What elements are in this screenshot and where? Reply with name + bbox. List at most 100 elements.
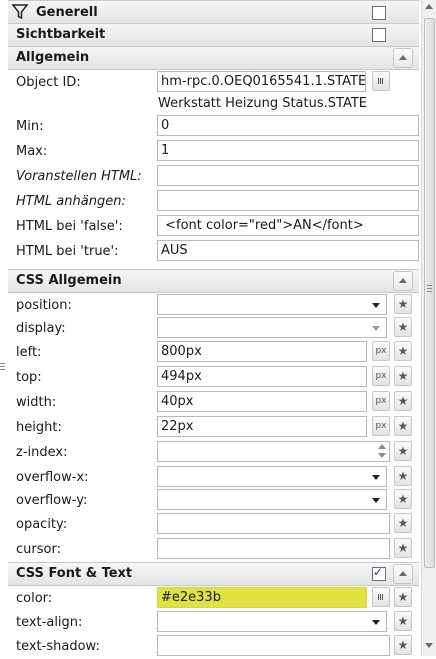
left-label: left: — [16, 345, 42, 360]
star-button[interactable]: ★ — [394, 441, 412, 461]
row-min: Min: 0 — [8, 114, 419, 139]
position-label: position: — [16, 298, 72, 313]
css-font-text-checkbox[interactable] — [372, 565, 386, 581]
star-button[interactable]: ★ — [394, 489, 412, 509]
width-input[interactable]: 40px — [157, 391, 367, 412]
append-html-label: HTML anhängen: — [16, 194, 126, 209]
spinner-down-icon[interactable] — [378, 453, 386, 458]
star-button[interactable]: ★ — [394, 513, 412, 533]
row-append-html: HTML anhängen: — [8, 189, 419, 214]
row-text-shadow: text-shadow: ★ — [8, 634, 419, 659]
star-button[interactable]: ★ — [394, 416, 412, 436]
z-index-label: z-index: — [16, 445, 68, 460]
generell-checkbox[interactable] — [372, 6, 386, 20]
object-id-description: Werkstatt Heizung Status.STATE — [158, 96, 367, 111]
section-title: CSS Font & Text — [16, 566, 133, 581]
z-index-input[interactable] — [157, 441, 390, 462]
opacity-input[interactable] — [157, 513, 390, 534]
text-align-select[interactable] — [157, 611, 387, 632]
row-z-index: z-index: ★ — [8, 440, 419, 465]
cursor-input[interactable] — [157, 538, 390, 559]
overflow-x-label: overflow-x: — [16, 470, 89, 485]
color-input[interactable]: #e2e33b — [157, 587, 367, 608]
row-prepend-html: Voranstellen HTML: — [8, 164, 419, 189]
height-input[interactable]: 22px — [157, 416, 367, 437]
section-title: Generell — [36, 5, 98, 20]
text-shadow-input[interactable] — [157, 635, 390, 656]
star-button[interactable]: ★ — [394, 391, 412, 411]
row-object-id: Object ID: hm-rpc.0.OEQ0165541.1.STATE — [8, 70, 419, 95]
section-generell[interactable]: Generell — [8, 0, 419, 24]
select-object-button[interactable] — [372, 71, 390, 91]
row-width: width: 40px px ★ — [8, 390, 419, 415]
color-picker-button[interactable] — [372, 587, 390, 607]
star-button[interactable]: ★ — [394, 341, 412, 361]
html-false-input[interactable]: <font color="red">AN</font> — [157, 215, 419, 236]
collapse-toggle[interactable] — [393, 564, 413, 584]
position-select[interactable] — [157, 294, 387, 315]
star-button[interactable]: ★ — [394, 611, 412, 631]
html-true-label: HTML bei 'true': — [16, 244, 119, 259]
object-id-input[interactable]: hm-rpc.0.OEQ0165541.1.STATE — [157, 71, 366, 92]
spinner[interactable] — [376, 442, 388, 461]
star-button[interactable]: ★ — [394, 366, 412, 386]
prepend-html-label: Voranstellen HTML: — [16, 169, 142, 184]
object-id-label: Object ID: — [16, 75, 81, 90]
left-input[interactable]: 800px — [157, 341, 367, 362]
scrollbar-thumb[interactable] — [424, 18, 435, 568]
row-max: Max: 1 — [8, 139, 419, 164]
max-input[interactable]: 1 — [157, 140, 419, 161]
section-title: Allgemein — [16, 50, 90, 65]
star-button[interactable]: ★ — [394, 466, 412, 486]
text-shadow-label: text-shadow: — [16, 639, 100, 654]
star-button[interactable]: ★ — [394, 587, 412, 607]
row-height: height: 22px px ★ — [8, 415, 419, 440]
resize-grip[interactable] — [0, 362, 5, 370]
row-display: display: ★ — [8, 316, 419, 341]
vertical-scrollbar[interactable] — [421, 0, 436, 656]
section-css-allgemein[interactable]: CSS Allgemein — [8, 269, 419, 293]
min-input[interactable]: 0 — [157, 115, 419, 136]
top-label: top: — [16, 370, 42, 385]
row-left: left: 800px px ★ — [8, 340, 419, 365]
scroll-up-icon[interactable] — [425, 4, 433, 9]
row-opacity: opacity: ★ — [8, 512, 419, 537]
sichtbarkeit-checkbox[interactable] — [372, 28, 386, 42]
px-unit-button[interactable]: px — [372, 391, 390, 411]
section-sichtbarkeit[interactable]: Sichtbarkeit — [8, 23, 419, 47]
px-unit-button[interactable]: px — [372, 416, 390, 436]
text-align-label: text-align: — [16, 615, 83, 630]
star-button[interactable]: ★ — [394, 317, 412, 337]
section-css-font-text[interactable]: CSS Font & Text — [8, 562, 419, 586]
star-button[interactable]: ★ — [394, 294, 412, 314]
width-label: width: — [16, 395, 57, 410]
row-html-false: HTML bei 'false': <font color="red">AN</… — [8, 214, 419, 239]
star-button[interactable]: ★ — [394, 538, 412, 558]
star-button[interactable]: ★ — [394, 635, 412, 655]
display-label: display: — [16, 321, 66, 336]
row-text-align: text-align: ★ — [8, 610, 419, 635]
row-position: position: ★ — [8, 293, 419, 318]
overflow-y-select[interactable] — [157, 489, 387, 510]
display-select[interactable] — [157, 317, 387, 338]
scroll-down-icon[interactable] — [425, 643, 433, 648]
prepend-html-input[interactable] — [157, 165, 419, 186]
section-allgemein[interactable]: Allgemein — [8, 46, 419, 70]
row-overflow-x: overflow-x: ★ — [8, 465, 419, 490]
collapse-toggle[interactable] — [393, 48, 413, 68]
top-input[interactable]: 494px — [157, 366, 367, 387]
section-title: Sichtbarkeit — [16, 27, 106, 42]
px-unit-button[interactable]: px — [372, 366, 390, 386]
px-unit-button[interactable]: px — [372, 341, 390, 361]
opacity-label: opacity: — [16, 517, 68, 532]
spinner-up-icon[interactable] — [378, 444, 386, 449]
height-label: height: — [16, 420, 62, 435]
filter-icon — [11, 4, 29, 24]
overflow-x-select[interactable] — [157, 466, 387, 487]
section-title: CSS Allgemein — [16, 273, 122, 288]
collapse-toggle[interactable] — [393, 271, 413, 291]
row-html-true: HTML bei 'true': AUS — [8, 239, 419, 264]
html-true-input[interactable]: AUS — [157, 240, 419, 261]
append-html-input[interactable] — [157, 190, 419, 211]
row-color: color: #e2e33b ★ — [8, 586, 419, 611]
